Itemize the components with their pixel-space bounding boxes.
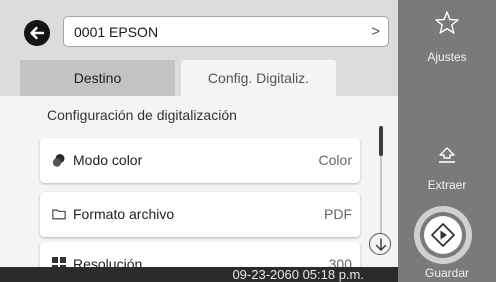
settings-panel: Configuración de digitalización Modo col… [0, 96, 398, 267]
setting-row-resolution[interactable]: Resolución 300 [40, 242, 360, 267]
header-bar: 0001 EPSON > [0, 0, 398, 60]
back-arrow-icon [30, 26, 45, 40]
setting-row-file-format[interactable]: Formato archivo PDF [40, 192, 360, 237]
color-drops-icon [52, 154, 65, 167]
scrollbar-thumb[interactable] [379, 126, 383, 156]
section-title: Configuración de digitalización [47, 107, 237, 123]
destination-field[interactable]: 0001 EPSON > [63, 16, 389, 47]
save-label: Guardar [424, 266, 470, 280]
settings-label: Ajustes [427, 50, 467, 64]
datetime: 09-23-2060 05:18 p.m. [232, 267, 364, 282]
save-button-core [424, 216, 462, 254]
save-button-ring [420, 212, 466, 258]
setting-label: Resolución [73, 256, 143, 267]
setting-label: Modo color [73, 152, 143, 168]
setting-value: Color [318, 152, 352, 168]
status-bar: 09-23-2060 05:18 p.m. [0, 267, 398, 282]
scroll-down-button[interactable] [369, 233, 391, 255]
start-diamond-icon [431, 223, 455, 247]
destination-value: 0001 EPSON [74, 24, 159, 40]
grid-icon [52, 257, 66, 267]
tab-strip: Destino Config. Digitaliz. [0, 60, 398, 96]
chevron-right-icon: > [371, 23, 380, 40]
scan-screen: 0001 EPSON > Destino Config. Digitaliz. … [0, 0, 496, 282]
setting-value: PDF [324, 206, 352, 222]
save-start-button[interactable] [414, 206, 472, 264]
side-panel: Ajustes Extraer Guardar [398, 0, 496, 282]
setting-row-color-mode[interactable]: Modo color Color [40, 138, 360, 183]
eject-icon [439, 147, 455, 163]
star-icon [435, 11, 459, 34]
setting-label: Formato archivo [73, 206, 175, 222]
folder-icon [52, 209, 66, 220]
eject-label: Extraer [427, 178, 467, 192]
arrow-down-icon [375, 238, 387, 251]
setting-value: 300 [328, 256, 352, 267]
settings-button[interactable]: Ajustes [398, 10, 496, 70]
back-button[interactable] [24, 20, 50, 46]
eject-button[interactable]: Extraer [398, 146, 496, 196]
tab-destino[interactable]: Destino [20, 60, 175, 96]
tab-config-digitaliz[interactable]: Config. Digitaliz. [181, 60, 336, 96]
